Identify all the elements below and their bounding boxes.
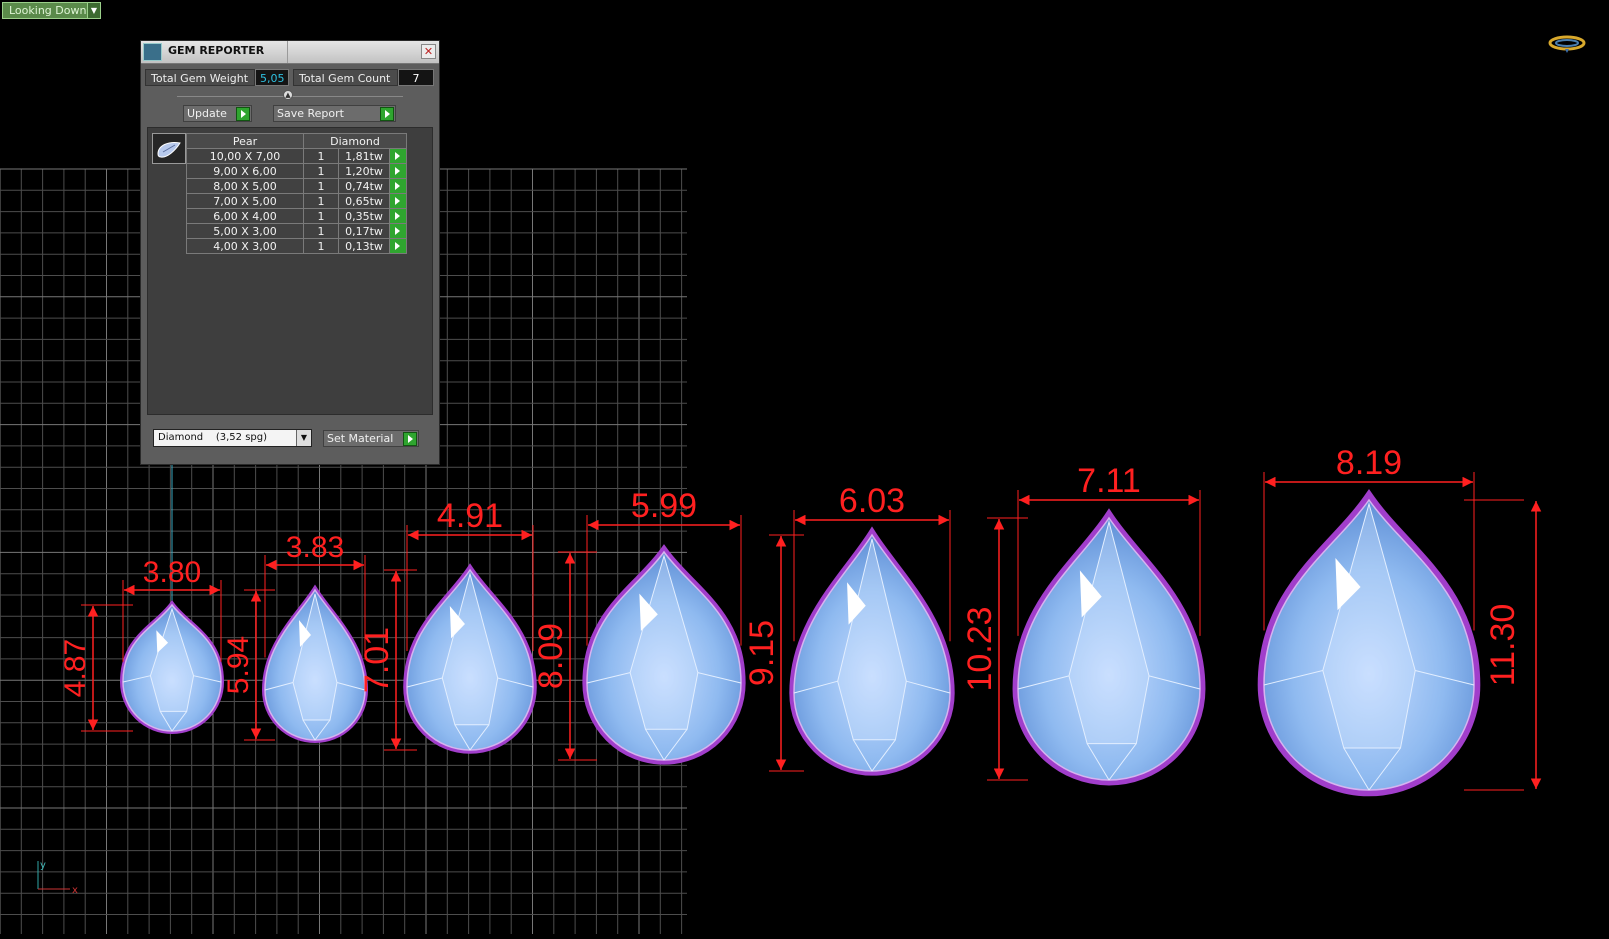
table-row[interactable]: 4,00 X 3,00 1 0,13tw: [186, 238, 407, 254]
material-select-value: Diamond (3,52 spg): [158, 432, 268, 443]
row-play-icon[interactable]: [389, 223, 407, 239]
close-icon[interactable]: ✕: [421, 44, 436, 59]
gem-weight: 0,17tw: [338, 223, 390, 239]
height-dimension-label: 11.30: [1484, 604, 1522, 687]
gem-weight: 0,74tw: [338, 178, 390, 194]
total-weight-value: 5,05: [255, 69, 289, 86]
height-dimension-label: 8.09: [532, 623, 570, 689]
gem-table: Pear Diamond 10,00 X 7,00 1 1,81tw 9,00 …: [186, 133, 407, 254]
width-dimension-label: 8.19: [1336, 444, 1402, 482]
gem-weight: 0,35tw: [338, 208, 390, 224]
save-report-label: Save Report: [277, 107, 344, 120]
height-dimension-label: 7.01: [358, 627, 396, 693]
panel-title: GEM REPORTER: [168, 44, 265, 57]
set-material-label: Set Material: [327, 432, 394, 445]
save-report-button[interactable]: Save Report: [273, 105, 396, 122]
width-dimension-label: 5.99: [631, 487, 697, 525]
update-label: Update: [187, 107, 227, 120]
width-dimension-label: 3.83: [286, 531, 344, 564]
gem-count: 1: [303, 238, 339, 254]
row-play-icon[interactable]: [389, 163, 407, 179]
gem-weight: 0,13tw: [338, 238, 390, 254]
chevron-down-icon: ▼: [87, 3, 100, 18]
material-select[interactable]: Diamond (3,52 spg) ▼: [153, 429, 312, 447]
gem-weight: 1,81tw: [338, 148, 390, 164]
width-dimension-label: 6.03: [839, 482, 905, 520]
row-play-icon[interactable]: [389, 208, 407, 224]
gem-count: 1: [303, 178, 339, 194]
table-row[interactable]: 10,00 X 7,00 1 1,81tw: [186, 148, 407, 164]
update-button[interactable]: Update: [183, 105, 252, 122]
gem-list-area: Pear Diamond 10,00 X 7,00 1 1,81tw 9,00 …: [147, 127, 433, 415]
height-dimension-label: 10.23: [961, 606, 999, 691]
gem-size: 10,00 X 7,00: [186, 148, 304, 164]
width-dimension-label: 3.80: [143, 556, 201, 589]
gem-reporter-panel: GEM REPORTER ✕ Total Gem Weight 5,05 Tot…: [140, 40, 440, 465]
ring-icon[interactable]: [1547, 32, 1587, 54]
axis-x-label: x: [72, 885, 78, 896]
gem-size: 6,00 X 4,00: [186, 208, 304, 224]
table-row[interactable]: 8,00 X 5,00 1 0,74tw: [186, 178, 407, 194]
gem-size: 8,00 X 5,00: [186, 178, 304, 194]
gem-weight: 0,65tw: [338, 193, 390, 209]
view-mode-label: Looking Down: [9, 4, 87, 17]
row-play-icon[interactable]: [389, 238, 407, 254]
title-divider: [287, 41, 288, 63]
total-count-value: 7: [398, 69, 434, 86]
table-row[interactable]: 5,00 X 3,00 1 0,17tw: [186, 223, 407, 239]
axis-y-label: y: [40, 860, 46, 871]
table-row[interactable]: 6,00 X 4,00 1 0,35tw: [186, 208, 407, 224]
gem-count: 1: [303, 208, 339, 224]
total-count-label: Total Gem Count: [293, 69, 398, 86]
table-row[interactable]: 9,00 X 6,00 1 1,20tw: [186, 163, 407, 179]
play-icon: [380, 107, 394, 121]
gem-weight: 1,20tw: [338, 163, 390, 179]
play-icon: [236, 107, 250, 121]
gem-size: 5,00 X 3,00: [186, 223, 304, 239]
gem-count: 1: [303, 223, 339, 239]
chevron-down-icon: ▼: [296, 430, 311, 446]
row-play-icon[interactable]: [389, 193, 407, 209]
column-header-material: Diamond: [303, 133, 407, 149]
height-dimension-label: 4.87: [59, 639, 92, 697]
gem-size: 7,00 X 5,00: [186, 193, 304, 209]
gem-size: 9,00 X 6,00: [186, 163, 304, 179]
gem-count: 1: [303, 163, 339, 179]
axis-indicator: y x: [37, 860, 78, 896]
column-header-shape: Pear: [186, 133, 304, 149]
total-weight-label: Total Gem Weight: [145, 69, 255, 86]
row-play-icon[interactable]: [389, 178, 407, 194]
gem-size: 4,00 X 3,00: [186, 238, 304, 254]
pear-gem-thumbnail[interactable]: [152, 133, 186, 164]
height-dimension-label: 9.15: [743, 620, 781, 686]
height-dimension-label: 5.94: [222, 636, 255, 694]
gem-count: 1: [303, 148, 339, 164]
splitter-up-icon[interactable]: ▲: [283, 90, 293, 100]
width-dimension-label: 7.11: [1077, 462, 1141, 500]
table-row[interactable]: 7,00 X 5,00 1 0,65tw: [186, 193, 407, 209]
gem-count: 1: [303, 193, 339, 209]
row-play-icon[interactable]: [389, 148, 407, 164]
set-material-button[interactable]: Set Material: [323, 430, 419, 447]
gem-reporter-icon: [143, 43, 162, 61]
play-icon: [403, 432, 417, 446]
width-dimension-label: 4.91: [437, 497, 503, 535]
panel-titlebar[interactable]: GEM REPORTER ✕: [141, 41, 439, 64]
view-mode-dropdown[interactable]: Looking Down ▼: [2, 2, 101, 19]
pear-gem-icon: [157, 142, 181, 158]
